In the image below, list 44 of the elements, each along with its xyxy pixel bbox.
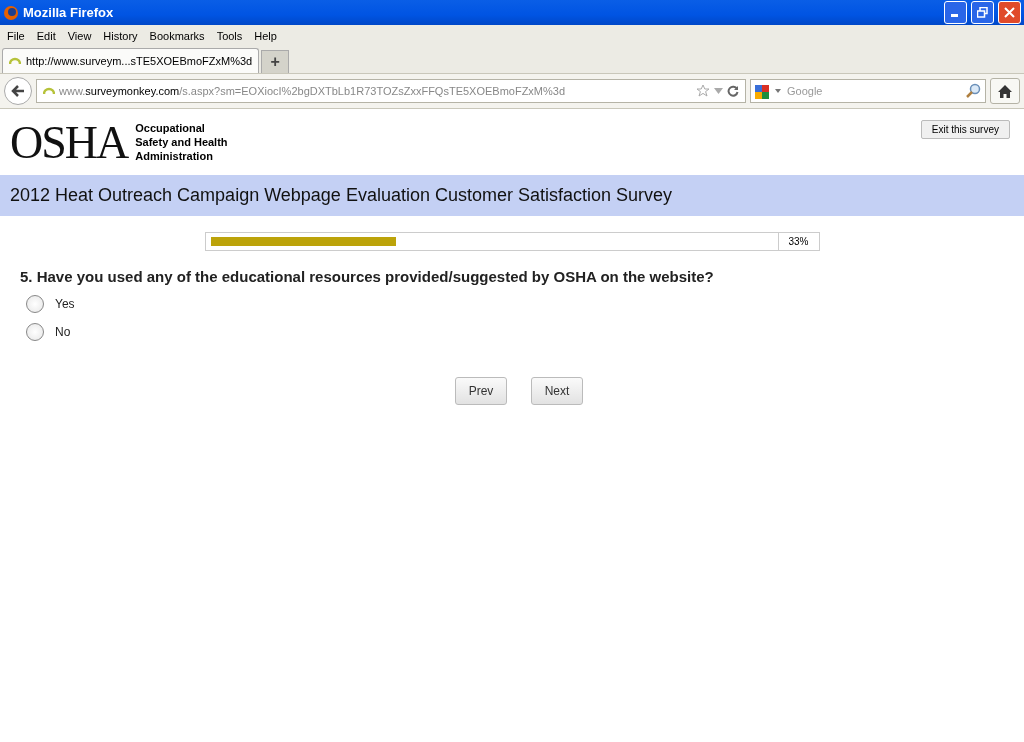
menu-item[interactable]: View	[63, 29, 100, 42]
question-text: 5. Have you used any of the educational resources provided/suggested by OSHA on the website?	[20, 268, 715, 285]
close-icon	[1004, 7, 1015, 18]
home-button[interactable]	[990, 78, 1020, 104]
logo-text: OSHA	[10, 115, 128, 169]
menu-item[interactable]: Help	[250, 29, 285, 42]
back-arrow-icon	[11, 84, 25, 98]
minimize-button[interactable]	[944, 1, 967, 24]
option-label: No	[55, 325, 71, 339]
search-engine-icon[interactable]	[755, 83, 771, 99]
organization-name: Occupational	[135, 121, 206, 135]
loading-icon	[43, 87, 55, 95]
close-button[interactable]	[998, 1, 1021, 24]
home-icon	[998, 84, 1012, 98]
search-field[interactable]: Google	[750, 79, 986, 103]
address-bar[interactable]: www.surveymonkey.com/s.aspx?sm=EOXiocI%2bgDXTbLb1R73TOZsZxxFFQsTE5XOEBmoFZxM%3d	[36, 79, 746, 103]
dropdown-icon[interactable]	[775, 89, 781, 93]
nav-button[interactable]: Prev	[455, 377, 507, 405]
window-title: Mozilla Firefox	[23, 5, 115, 20]
exit-survey-button[interactable]: Exit this survey	[920, 120, 1010, 139]
browser-tab[interactable]: http://www.surveym...sTE5XOEBmoFZxM%3d	[2, 48, 260, 73]
option-label: Yes	[55, 297, 75, 311]
nav-button[interactable]: Next	[531, 377, 583, 405]
restore-button[interactable]	[971, 1, 994, 24]
menu-item[interactable]: Edit	[32, 29, 64, 42]
radio-button[interactable]	[26, 295, 44, 313]
reload-icon[interactable]	[727, 85, 739, 97]
new-tab-button[interactable]: +	[261, 50, 290, 73]
progress-percent: 33%	[778, 232, 820, 251]
menu-item[interactable]: Tools	[212, 29, 251, 42]
url-text: www.surveymonkey.com/s.aspx?sm=EOXiocI%2bgDXTbLb1R73TOZsZxxFFQsTE5XOEBmoFZxM%3d	[59, 85, 567, 97]
back-button[interactable]	[4, 77, 32, 105]
star-icon[interactable]	[696, 84, 710, 98]
menu-item[interactable]: File	[3, 29, 33, 42]
organization-name: Administration	[135, 149, 214, 163]
organization-name: Safety and Health	[135, 135, 228, 149]
search-icon[interactable]	[965, 83, 981, 99]
menu-item[interactable]: History	[99, 29, 146, 42]
menu-item[interactable]: Bookmarks	[145, 29, 213, 42]
radio-button[interactable]	[26, 323, 44, 341]
restore-icon	[977, 7, 988, 18]
survey-title: 2012 Heat Outreach Campaign Webpage Evaluation Customer Satisfaction Survey	[0, 175, 1024, 216]
dropdown-icon[interactable]	[714, 88, 723, 94]
loading-icon	[9, 57, 21, 65]
